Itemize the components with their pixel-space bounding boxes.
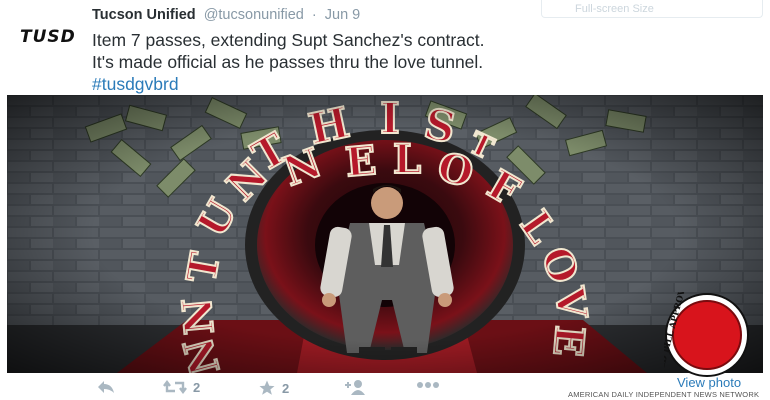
more-icon [417,382,439,388]
tweet-text-line-2: It's made official as he passes thru the… [92,52,484,72]
more-button[interactable] [416,379,440,389]
user-handle[interactable]: @tucsonunified [204,7,304,23]
tweet-header: Tucson Unified @tucsonunified · Jun 9 [92,7,360,23]
fullscreen-label: Full-screen Size [575,3,654,15]
favorite-button[interactable]: 2 [258,379,289,397]
follow-button[interactable] [344,379,366,395]
avatar[interactable]: TUSD [14,22,80,52]
tweet-text: Item 7 passes, extending Supt Sanchez's … [92,29,484,95]
footer-credit: AMERICAN DAILY INDEPENDENT NEWS NETWORK [566,390,762,399]
red-pill-approved-stamp: RED PILL APPROVED [655,274,750,378]
reply-button[interactable] [96,379,116,395]
retweet-button[interactable]: 2 [163,379,200,395]
retweet-icon [163,380,187,394]
follow-icon [345,380,365,395]
avatar-logo-text: TUSD [20,27,76,47]
tweet-date[interactable]: Jun 9 [325,7,360,23]
retweet-count: 2 [193,379,201,395]
tweet-text-line-1: Item 7 passes, extending Supt Sanchez's … [92,30,485,50]
hashtag-link[interactable]: #tusdgvbrd [92,73,484,95]
star-icon [259,380,275,395]
reply-icon [98,381,114,393]
display-name[interactable]: Tucson Unified [92,7,196,23]
tweet-photo[interactable]: T H I S T T U N N E L O F L O V E N N [7,95,763,373]
separator-dot: · [311,7,317,23]
stamp-seal-icon: RED PILL APPROVED [655,274,749,377]
favorite-count: 2 [282,380,290,396]
tunnel-of-love-photo: T H I S T T U N N E L O F L O V E N N [7,95,763,373]
